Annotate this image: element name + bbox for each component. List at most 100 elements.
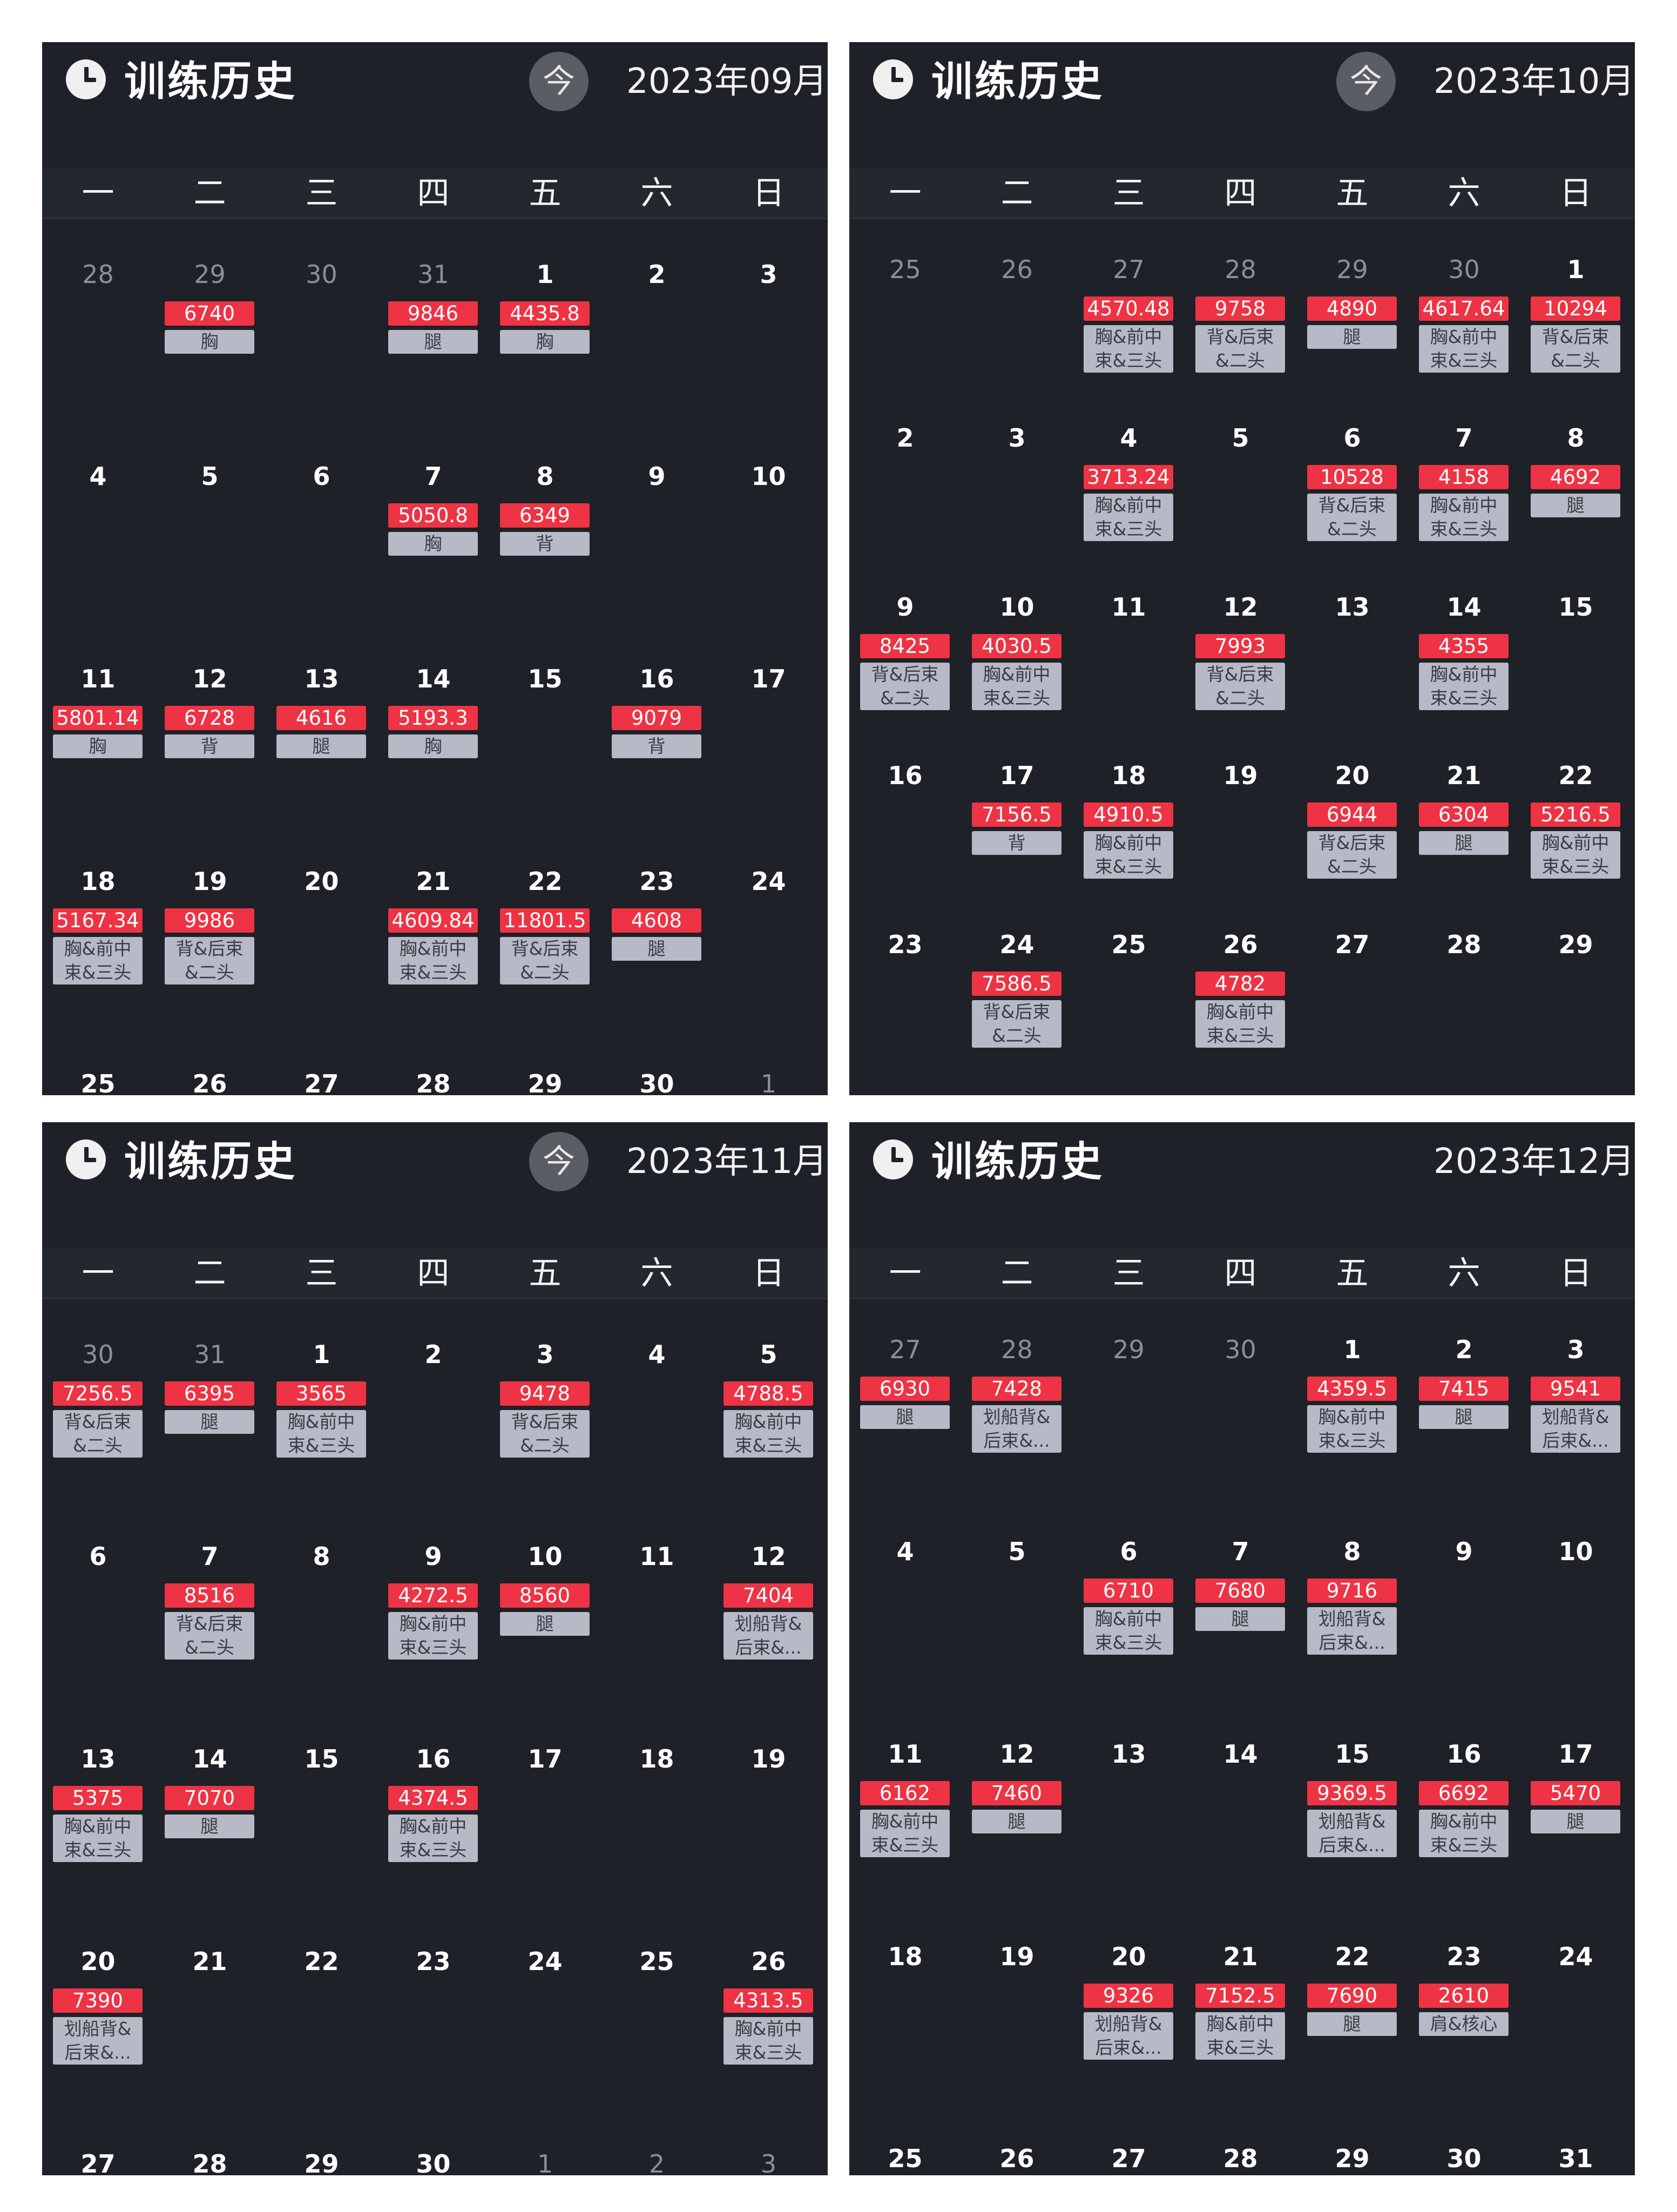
day-cell[interactable]: 8 9716 划船背& 后束&... [1296,1535,1408,1697]
day-cell[interactable]: 21 [154,1945,266,2107]
day-cell[interactable]: 25 [601,1945,713,2107]
day-cell[interactable]: 1 [489,2147,601,2175]
day-cell[interactable]: 30 [601,1067,713,1095]
day-cell[interactable]: 18 4910.5 胸&前中 束&三头 [1073,759,1185,921]
day-cell[interactable]: 17 7156.5 背 [961,759,1073,921]
day-cell[interactable]: 29 4890 腿 [1296,253,1408,415]
day-cell[interactable]: 8 6349 背 [489,460,601,622]
day-cell[interactable]: 22 11801.5 背&后束 &二头 [489,865,601,1027]
day-cell[interactable]: 3 9478 背&后束 &二头 [489,1338,601,1500]
day-cell[interactable]: 4 [601,1338,713,1500]
day-cell[interactable]: 12 6728 背 [154,662,266,824]
day-cell[interactable]: 5 [1185,421,1296,583]
day-cell[interactable]: 20 9326 划船背& 后束&... [1073,1940,1185,2102]
day-cell[interactable]: 9 8425 背&后束 &二头 [849,590,961,752]
day-cell[interactable]: 5 [961,1535,1073,1697]
day-cell[interactable]: 26 4313.5 胸&前中 束&三头 [713,1945,824,2107]
day-cell[interactable]: 14 5193.3 胸 [377,662,489,824]
day-cell[interactable]: 27 [1073,2142,1185,2175]
day-cell[interactable]: 5 4788.5 胸&前中 束&三头 [713,1338,824,1500]
month-selector[interactable]: 2023年12月 [1433,1137,1634,1186]
day-cell[interactable]: 19 9986 背&后束 &二头 [154,865,266,1027]
day-cell[interactable]: 28 [1185,2142,1296,2175]
day-cell[interactable]: 10 [1520,1535,1632,1697]
day-cell[interactable]: 16 6692 胸&前中 束&三头 [1408,1737,1520,1899]
day-cell[interactable]: 19 [1185,759,1296,921]
day-cell[interactable]: 6 6710 胸&前中 束&三头 [1073,1535,1185,1697]
day-cell[interactable]: 16 4374.5 胸&前中 束&三头 [377,1742,489,1904]
day-cell[interactable]: 26 4782 胸&前中 束&三头 [1185,928,1296,1090]
day-cell[interactable]: 31 6395 腿 [154,1338,266,1500]
day-cell[interactable]: 22 7690 腿 [1296,1940,1408,2102]
day-cell[interactable]: 9 [1408,1535,1520,1697]
day-cell[interactable]: 30 [1185,1333,1296,1495]
day-cell[interactable]: 12 7404 划船背& 后束&... [713,1540,824,1702]
day-cell[interactable]: 28 9758 背&后束 &二头 [1185,253,1296,415]
day-cell[interactable]: 15 9369.5 划船背& 后束&... [1296,1737,1408,1899]
day-cell[interactable]: 23 [377,1945,489,2107]
day-cell[interactable]: 31 9846 腿 [377,258,489,420]
day-cell[interactable]: 2 [849,421,961,583]
day-cell[interactable]: 12 7993 背&后束 &二头 [1185,590,1296,752]
day-cell[interactable]: 29 [489,1067,601,1095]
day-cell[interactable]: 14 7070 腿 [154,1742,266,1904]
day-cell[interactable]: 26 [154,1067,266,1095]
day-cell[interactable]: 18 [849,1940,961,2102]
day-cell[interactable]: 15 [489,662,601,824]
day-cell[interactable]: 11 [601,1540,713,1702]
day-cell[interactable]: 28 [377,1067,489,1095]
day-cell[interactable]: 29 [266,2147,377,2175]
day-cell[interactable]: 10 8560 腿 [489,1540,601,1702]
month-selector[interactable]: 2023年10月 [1433,57,1634,106]
day-cell[interactable]: 20 6944 背&后束 &二头 [1296,759,1408,921]
day-cell[interactable]: 2 7415 腿 [1408,1333,1520,1495]
day-cell[interactable]: 9 [601,460,713,622]
day-cell[interactable]: 20 7390 划船背& 后束&... [42,1945,154,2107]
day-cell[interactable]: 17 [713,662,824,824]
day-cell[interactable]: 22 [266,1945,377,2107]
day-cell[interactable]: 27 4570.48 胸&前中 束&三头 [1073,253,1185,415]
day-cell[interactable]: 25 [849,253,961,415]
day-cell[interactable]: 23 [849,928,961,1090]
day-cell[interactable]: 15 [266,1742,377,1904]
day-cell[interactable]: 30 [377,2147,489,2175]
day-cell[interactable]: 7 5050.8 胸 [377,460,489,622]
day-cell[interactable]: 6 [42,1540,154,1702]
day-cell[interactable]: 1 10294 背&后束 &二头 [1520,253,1632,415]
day-cell[interactable]: 24 [489,1945,601,2107]
day-cell[interactable]: 17 5470 腿 [1520,1737,1632,1899]
day-cell[interactable]: 1 4435.8 胸 [489,258,601,420]
month-selector[interactable]: 2023年09月 [626,57,827,106]
day-cell[interactable]: 22 5216.5 胸&前中 束&三头 [1520,759,1632,921]
day-cell[interactable]: 16 [849,759,961,921]
day-cell[interactable]: 30 [1408,2142,1520,2175]
day-cell[interactable]: 1 [713,1067,824,1095]
day-cell[interactable]: 6 10528 背&后束 &二头 [1296,421,1408,583]
day-cell[interactable]: 24 [1520,1940,1632,2102]
day-cell[interactable]: 3 [713,2147,824,2175]
day-cell[interactable]: 27 [266,1067,377,1095]
day-cell[interactable]: 29 6740 胸 [154,258,266,420]
day-cell[interactable]: 7 7680 腿 [1185,1535,1296,1697]
day-cell[interactable]: 10 4030.5 胸&前中 束&三头 [961,590,1073,752]
day-cell[interactable]: 11 5801.14 胸 [42,662,154,824]
day-cell[interactable]: 21 4609.84 胸&前中 束&三头 [377,865,489,1027]
day-cell[interactable]: 20 [266,865,377,1027]
day-cell[interactable]: 26 [961,2142,1073,2175]
day-cell[interactable]: 18 5167.34 胸&前中 束&三头 [42,865,154,1027]
day-cell[interactable]: 18 [601,1742,713,1904]
day-cell[interactable]: 11 [1073,590,1185,752]
day-cell[interactable]: 13 [1073,1737,1185,1899]
day-cell[interactable]: 21 6304 腿 [1408,759,1520,921]
day-cell[interactable]: 8 [266,1540,377,1702]
today-button[interactable]: 今 [1336,52,1396,111]
day-cell[interactable]: 25 [1073,928,1185,1090]
day-cell[interactable]: 24 7586.5 背&后束 &二头 [961,928,1073,1090]
day-cell[interactable]: 1 4359.5 胸&前中 束&三头 [1296,1333,1408,1495]
day-cell[interactable]: 2 [601,2147,713,2175]
day-cell[interactable]: 13 [1296,590,1408,752]
day-cell[interactable]: 30 [266,258,377,420]
day-cell[interactable]: 25 [42,1067,154,1095]
day-cell[interactable]: 28 [1408,928,1520,1090]
day-cell[interactable]: 3 9541 划船背& 后束&... [1520,1333,1632,1495]
